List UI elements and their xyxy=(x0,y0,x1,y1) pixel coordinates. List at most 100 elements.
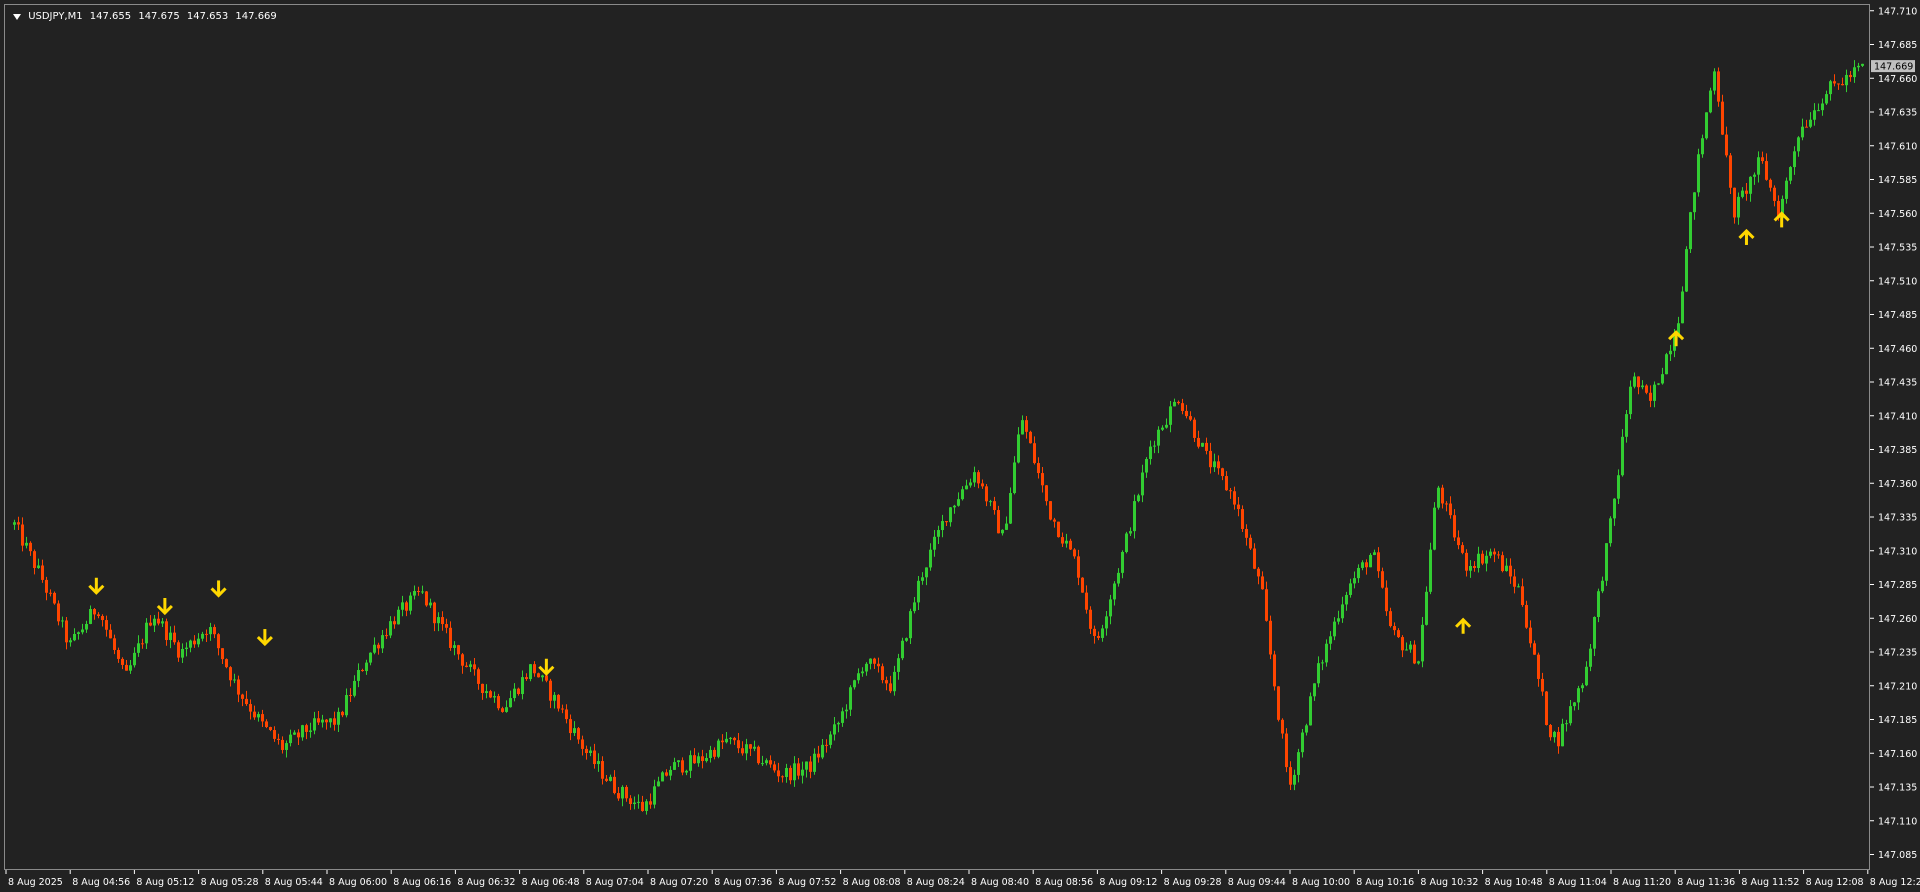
candle xyxy=(1341,596,1344,623)
time-tick-label: 8 Aug 09:44 xyxy=(1228,877,1286,888)
chart-window[interactable]: USDJPY,M1 147.655 147.675 147.653 147.66… xyxy=(0,0,1920,892)
time-tick-label: 8 Aug 05:44 xyxy=(265,877,323,888)
buy-arrow-icon xyxy=(1668,330,1685,347)
price-tick-label: 147.160 xyxy=(1878,749,1917,760)
candle xyxy=(1121,550,1124,579)
candle xyxy=(1389,607,1392,628)
candle xyxy=(1841,77,1844,86)
candle xyxy=(761,755,764,767)
candle xyxy=(225,658,228,669)
candle xyxy=(1217,455,1220,475)
candle xyxy=(493,691,496,703)
candle xyxy=(337,707,340,732)
candle xyxy=(1837,83,1840,90)
candle xyxy=(941,514,944,538)
price-tick-label: 147.185 xyxy=(1878,715,1917,726)
candle xyxy=(1853,60,1856,83)
candle xyxy=(277,733,280,745)
candle xyxy=(321,714,324,728)
candle xyxy=(737,733,740,754)
candle xyxy=(1697,148,1700,197)
low-price: 147.653 xyxy=(186,11,229,22)
candle xyxy=(281,736,284,754)
candle xyxy=(505,700,508,713)
candle xyxy=(473,657,476,676)
candle xyxy=(1553,730,1556,743)
candle xyxy=(1453,509,1456,542)
candle xyxy=(1665,352,1668,375)
candle xyxy=(1773,185,1776,207)
time-tick-label: 8 Aug 12:08 xyxy=(1806,877,1864,888)
candle xyxy=(1257,567,1260,585)
candle xyxy=(329,718,332,728)
candle xyxy=(1277,686,1280,722)
candle xyxy=(1705,112,1708,140)
candle xyxy=(1809,112,1812,129)
candle xyxy=(509,690,512,708)
candle xyxy=(1445,501,1448,512)
candle xyxy=(589,746,592,757)
candle xyxy=(841,707,844,727)
candle xyxy=(261,709,264,728)
candle xyxy=(929,543,932,571)
candle xyxy=(325,718,328,730)
candle xyxy=(249,699,252,720)
candlestick-chart[interactable] xyxy=(5,5,1869,869)
time-tick-label: 8 Aug 11:52 xyxy=(1741,877,1799,888)
candle xyxy=(1653,381,1656,408)
candle xyxy=(1429,542,1432,595)
plot-area[interactable]: USDJPY,M1 147.655 147.675 147.653 147.66… xyxy=(4,4,1870,870)
candle xyxy=(113,634,116,655)
time-axis[interactable]: 8 Aug 2025 8 Aug 04:56 8 Aug 05:12 8 Aug 05… xyxy=(4,870,1920,892)
candle xyxy=(569,714,572,741)
chevron-down-icon[interactable] xyxy=(13,13,21,20)
candle xyxy=(177,640,180,662)
candle xyxy=(285,740,288,758)
candle xyxy=(1057,521,1060,538)
price-tick-label: 147.585 xyxy=(1878,175,1917,186)
candle xyxy=(141,638,144,649)
candle xyxy=(653,779,656,809)
price-axis[interactable]: 147.710 147.685 147.660 147.635 147.610 147.5… xyxy=(1870,4,1920,870)
candle xyxy=(485,684,488,699)
candle xyxy=(1085,585,1088,614)
candle xyxy=(145,618,148,649)
candle xyxy=(745,738,748,761)
candle xyxy=(865,662,868,676)
candle xyxy=(1745,183,1748,201)
candle xyxy=(1037,457,1040,479)
price-tick-label: 147.710 xyxy=(1878,6,1917,17)
price-tick-label: 147.085 xyxy=(1878,850,1917,861)
candle xyxy=(265,719,268,729)
time-tick-label: 8 Aug 05:28 xyxy=(201,877,259,888)
candle xyxy=(553,692,556,709)
candle xyxy=(725,732,728,744)
price-tick-label: 147.410 xyxy=(1878,411,1917,422)
buy-arrow-icon xyxy=(1773,211,1790,228)
candle xyxy=(1269,615,1272,660)
candle xyxy=(137,635,140,657)
candle xyxy=(1205,437,1208,455)
candle xyxy=(1545,691,1548,726)
candle xyxy=(953,504,956,514)
candle xyxy=(845,704,848,719)
candle xyxy=(1565,719,1568,732)
candle xyxy=(1437,485,1440,510)
candle xyxy=(1485,550,1488,572)
candle xyxy=(769,755,772,768)
time-tick-label: 8 Aug 06:16 xyxy=(393,877,451,888)
candle xyxy=(429,598,432,609)
candle xyxy=(757,745,760,765)
time-tick-label: 8 Aug 10:48 xyxy=(1485,877,1543,888)
candle xyxy=(1741,187,1744,199)
candle xyxy=(1241,505,1244,533)
candle xyxy=(317,710,320,725)
price-tick-label: 147.560 xyxy=(1878,209,1917,220)
candle xyxy=(1789,166,1792,185)
candle xyxy=(1157,426,1160,454)
buy-arrow-icon xyxy=(1738,228,1755,245)
candle xyxy=(965,479,968,490)
candle xyxy=(1713,68,1716,95)
candle xyxy=(1449,496,1452,519)
candle xyxy=(233,673,236,684)
